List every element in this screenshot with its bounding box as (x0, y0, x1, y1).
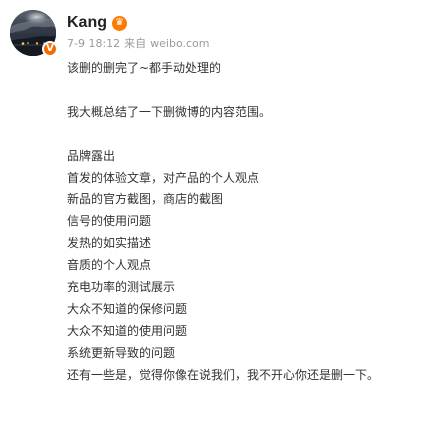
post-header: Kang ♛ 7-9 18:12 来自 weibo.com (67, 14, 425, 64)
author-row: Kang ♛ (67, 14, 425, 32)
content-line-6: 首发的体验文章，对产品的个人观点 (67, 170, 260, 185)
content-line-8: 信号的使用问题 (67, 214, 152, 229)
content-spacer-2 (67, 124, 423, 146)
content-line-3: 我大概总结了一下删微博的内容范围。 (67, 104, 272, 119)
content-line-5: 品牌露出 (67, 148, 116, 163)
content-line-14: 系统更新导致的问题 (67, 345, 176, 360)
source-label: 来自 (124, 37, 147, 50)
content-line-9: 发热的如实描述 (67, 236, 152, 251)
verified-v-icon: V (42, 41, 58, 57)
content-line-13: 大众不知道的使用问题 (67, 323, 188, 338)
content-line-1: 该删的删完了~都手动处理的 (67, 61, 222, 75)
post-source[interactable]: weibo.com (150, 37, 209, 51)
content-line-11: 充电功率的测试展示 (67, 280, 176, 295)
post-time[interactable]: 7-9 18:12 (67, 37, 120, 51)
content-spacer-1 (67, 80, 423, 102)
content-line-15: 还有一些是，觉得你像在说我们，我不开心你还是删一下。 (67, 367, 380, 382)
content-line-10: 音质的个人观点 (67, 258, 152, 273)
post-meta: 7-9 18:12 来自 weibo.com (67, 37, 425, 51)
crown-icon[interactable]: ♛ (112, 15, 127, 31)
username[interactable]: Kang (67, 14, 107, 32)
content-line-7: 新品的官方截图，商店的截图 (67, 192, 224, 207)
content-line-12: 大众不知道的保修问题 (67, 301, 188, 316)
weibo-post-card: V Kang ♛ 7-9 18:12 来自 weibo.com 该删的删完了~都… (0, 0, 435, 421)
post-content: 该删的删完了~都手动处理的 我大概总结了一下删微博的内容范围。 品牌露出 首发的… (67, 58, 423, 387)
avatar[interactable]: V (10, 10, 58, 57)
